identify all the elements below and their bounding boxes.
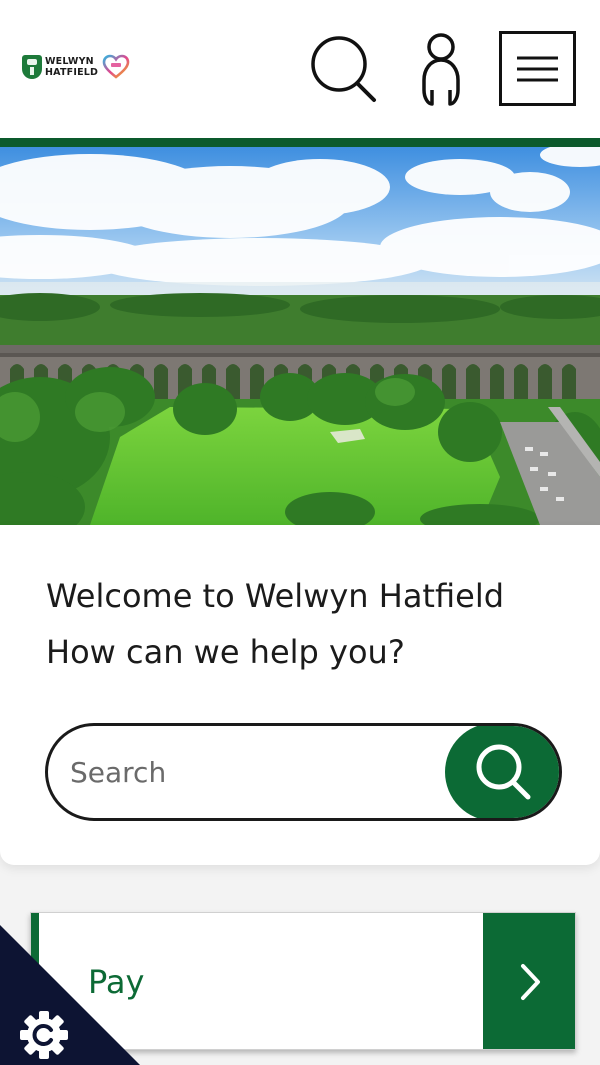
user-icon bbox=[422, 33, 460, 106]
header-search-button[interactable] bbox=[305, 28, 380, 108]
council-logo[interactable]: WELWYN HATFIELD bbox=[22, 53, 132, 83]
logo-text-line1: WELWYN bbox=[45, 56, 94, 67]
site-header: WELWYN HATFIELD bbox=[0, 0, 600, 138]
cookie-settings-button[interactable] bbox=[0, 925, 140, 1065]
site-search-form bbox=[45, 723, 562, 821]
account-button[interactable] bbox=[410, 28, 472, 108]
search-icon bbox=[311, 36, 376, 102]
quick-link-arrow[interactable] bbox=[483, 913, 575, 1049]
cookie-settings-icon bbox=[0, 925, 140, 1065]
welcome-title: Welcome to Welwyn Hatfield bbox=[46, 577, 505, 615]
menu-button[interactable] bbox=[499, 31, 576, 106]
search-submit-button[interactable] bbox=[445, 726, 559, 818]
header-divider bbox=[0, 138, 600, 147]
search-icon bbox=[476, 744, 531, 800]
hamburger-menu-icon bbox=[517, 56, 558, 82]
logo-text-line2: HATFIELD bbox=[45, 67, 99, 78]
welcome-subtitle: How can we help you? bbox=[46, 633, 405, 671]
search-input[interactable] bbox=[70, 726, 440, 818]
crest-icon bbox=[22, 55, 42, 79]
hero-image bbox=[0, 147, 600, 525]
heart-logo-icon bbox=[102, 54, 130, 79]
chevron-right-icon bbox=[521, 964, 540, 1000]
